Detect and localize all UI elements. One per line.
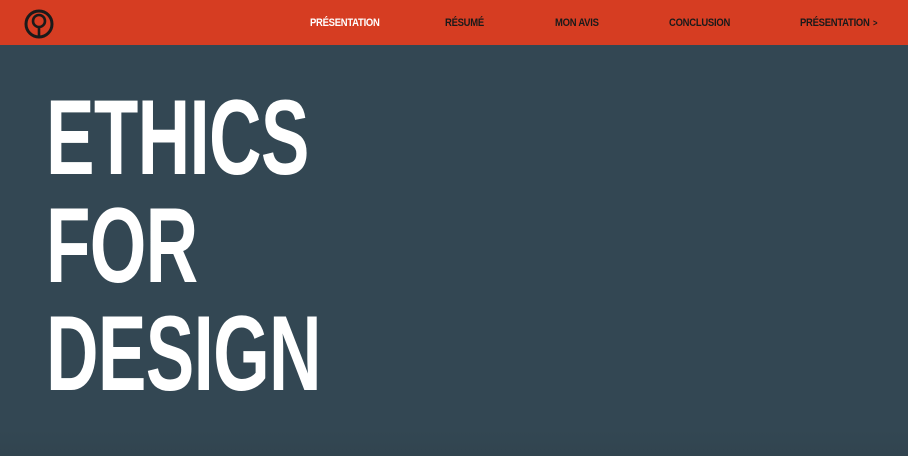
hero-title: ETHICS FOR DESIGN xyxy=(46,77,322,413)
next-section-link[interactable]: Présentation > xyxy=(800,0,878,45)
hero-title-line-1: ETHICS xyxy=(46,77,309,197)
nav-item-presentation[interactable]: Présentation xyxy=(310,0,380,45)
chevron-right-icon: > xyxy=(873,18,878,28)
hero-title-line-2: FOR xyxy=(46,185,198,305)
top-navigation-bar: Présentation Résumé Mon avis Conclusion … xyxy=(0,0,908,45)
nav-item-mon-avis[interactable]: Mon avis xyxy=(555,0,599,45)
next-section-label: Présentation xyxy=(800,17,870,29)
ring-pin-logo-icon[interactable] xyxy=(22,8,56,40)
bottom-shadow xyxy=(0,430,908,456)
nav-item-conclusion[interactable]: Conclusion xyxy=(669,0,730,45)
hero-title-line-3: DESIGN xyxy=(46,293,322,413)
nav-item-resume[interactable]: Résumé xyxy=(445,0,484,45)
